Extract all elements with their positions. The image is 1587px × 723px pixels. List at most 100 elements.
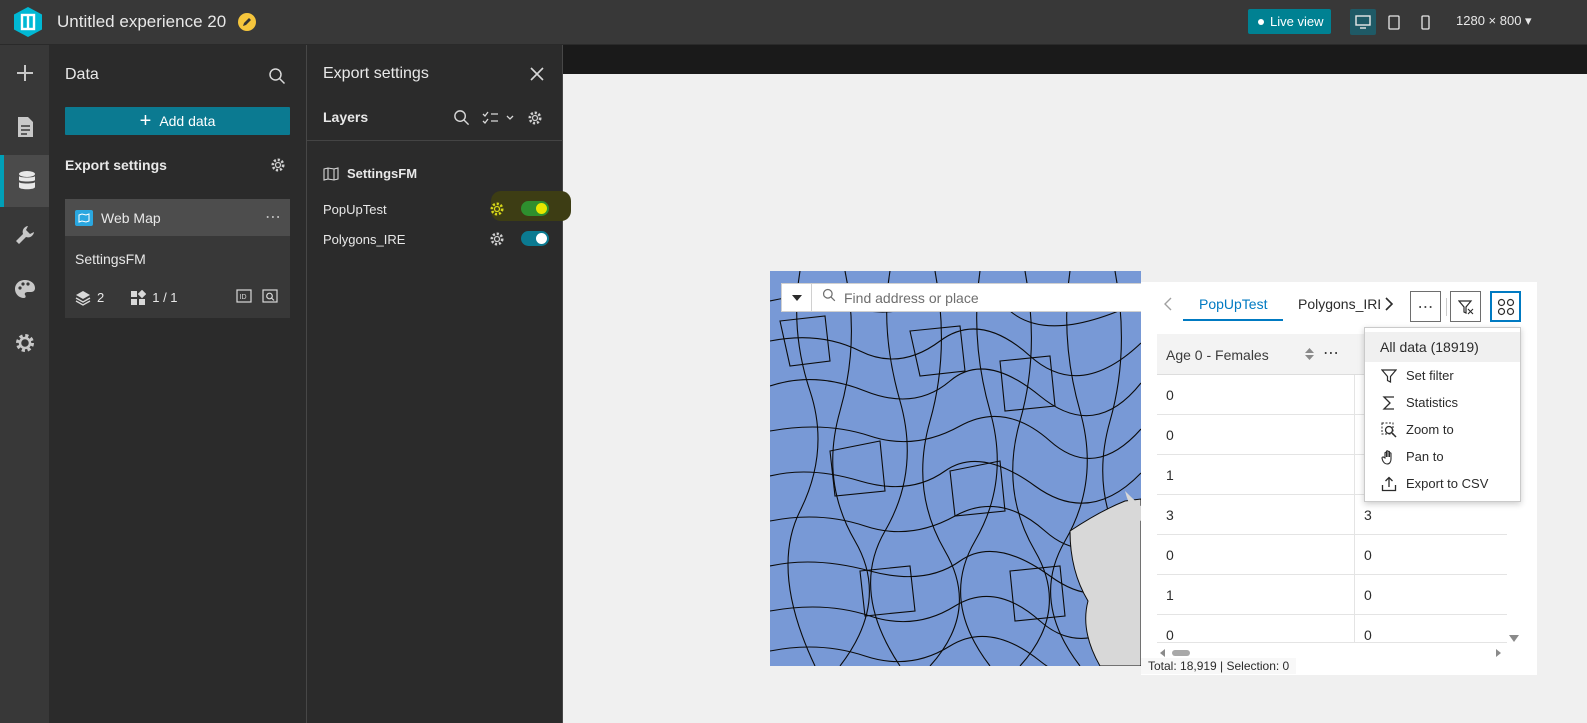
- layer-toggle[interactable]: [521, 201, 549, 216]
- table-cell: 0: [1166, 387, 1174, 403]
- search-icon: [822, 288, 836, 307]
- layer-row-polygons[interactable]: Polygons_IRE: [323, 226, 563, 252]
- column-header[interactable]: Age 0 - Females: [1166, 347, 1269, 363]
- filter-button[interactable]: [1450, 291, 1481, 322]
- column-divider: [1354, 615, 1355, 642]
- layer-name: PopUpTest: [323, 201, 387, 217]
- web-map-row[interactable]: Web Map ⋯: [65, 199, 290, 236]
- app-title[interactable]: Untitled experience 20: [57, 12, 226, 32]
- column-divider: [1354, 495, 1355, 534]
- id-badge-icon[interactable]: ID: [235, 289, 252, 306]
- filter-icon: [1381, 368, 1397, 383]
- web-map-icon: [75, 209, 93, 226]
- scroll-down-icon[interactable]: [1509, 630, 1519, 648]
- layer-row-popuptest[interactable]: PopUpTest: [323, 191, 571, 222]
- show-selection-button[interactable]: [1490, 291, 1521, 322]
- caret-down-icon: ▾: [1521, 13, 1532, 28]
- map-search[interactable]: Find address or place: [781, 283, 1145, 312]
- menu-label: Set filter: [1406, 368, 1454, 383]
- map-widget[interactable]: [770, 271, 1141, 666]
- table-cell: 0: [1166, 427, 1174, 443]
- search-input[interactable]: Find address or place: [844, 290, 979, 306]
- table-cell: 1: [1166, 587, 1174, 603]
- map-name: SettingsFM: [347, 166, 418, 181]
- data-source-card[interactable]: Web Map ⋯ SettingsFM 2 1 / 1 ID: [65, 199, 290, 318]
- export-settings-title: Export settings: [323, 65, 429, 82]
- menu-label: Zoom to: [1406, 422, 1454, 437]
- layer-search-icon[interactable]: [453, 109, 470, 131]
- views-icon: [131, 289, 147, 305]
- filter-icon: [1457, 299, 1473, 314]
- table-cell: 0: [1166, 627, 1174, 643]
- chevron-right-icon[interactable]: [1384, 297, 1394, 316]
- more-options-button[interactable]: ⋯: [1410, 291, 1441, 322]
- close-icon[interactable]: [529, 66, 545, 87]
- column-options-icon[interactable]: ⋯: [1323, 343, 1339, 363]
- settings-gear-icon[interactable]: [0, 317, 49, 369]
- layer-count: 2: [97, 290, 105, 305]
- data-icon[interactable]: [0, 155, 49, 207]
- tab-polygons-ire[interactable]: Polygons_IRE: [1298, 296, 1380, 312]
- map-group-header: SettingsFM: [323, 166, 417, 181]
- layers-header: Layers: [307, 97, 563, 141]
- data-settings-gear-icon[interactable]: [270, 157, 286, 178]
- menu-item-all-data[interactable]: All data (18919): [1365, 332, 1520, 362]
- top-bar: Untitled experience 20 Live view 1280 × …: [0, 0, 1587, 45]
- menu-label: Statistics: [1406, 395, 1459, 410]
- horizontal-scrollbar[interactable]: [1160, 645, 1505, 657]
- data-panel-title: Data: [65, 66, 99, 83]
- desktop-view-button[interactable]: [1350, 9, 1376, 35]
- tab-popuptest[interactable]: PopUpTest: [1199, 296, 1267, 312]
- menu-item-export-csv[interactable]: Export to CSV: [1365, 470, 1520, 497]
- layers-settings-gear-icon[interactable]: [527, 110, 543, 131]
- page-icon[interactable]: [0, 101, 49, 153]
- table-footer: Total: 18,919 | Selection: 0: [1141, 658, 1297, 674]
- column-divider: [1354, 455, 1355, 494]
- select-list-icon[interactable]: [482, 110, 516, 131]
- menu-item-statistics[interactable]: Statistics: [1365, 389, 1520, 416]
- toggle-knob: [536, 233, 547, 244]
- layer-gear-icon[interactable]: [489, 201, 505, 220]
- export-icon: [1381, 476, 1397, 491]
- plus-icon: +: [139, 110, 152, 132]
- menu-item-set-filter[interactable]: Set filter: [1365, 362, 1520, 389]
- live-view-label: Live view: [1270, 14, 1324, 29]
- search-icon[interactable]: [268, 67, 286, 90]
- layers-icon: [75, 290, 91, 306]
- left-rail: [0, 45, 49, 723]
- active-tab-indicator: [1183, 319, 1283, 321]
- add-data-button[interactable]: + Add data: [65, 107, 290, 135]
- view-details-icon[interactable]: [261, 289, 278, 306]
- tablet-view-button[interactable]: [1381, 9, 1407, 35]
- table-row[interactable]: 00: [1157, 535, 1507, 575]
- menu-item-pan-to[interactable]: Pan to: [1365, 443, 1520, 470]
- table-row[interactable]: 10: [1157, 575, 1507, 615]
- grid-select-icon: [1497, 298, 1514, 315]
- map-polygons: [770, 271, 1141, 666]
- chevron-left-icon[interactable]: [1163, 297, 1173, 316]
- more-options-icon: ⋯: [1417, 298, 1434, 316]
- live-view-button[interactable]: Live view: [1248, 9, 1331, 34]
- data-source-name: SettingsFM: [75, 251, 146, 267]
- insert-icon[interactable]: [0, 47, 49, 99]
- theme-palette-icon[interactable]: [0, 263, 49, 315]
- column-divider: [1354, 535, 1355, 574]
- phone-view-button[interactable]: [1412, 9, 1438, 35]
- layer-gear-icon[interactable]: [489, 231, 505, 250]
- add-data-label: Add data: [159, 113, 216, 129]
- screen-size-dropdown[interactable]: 1280 × 800 ▾: [1456, 13, 1532, 29]
- more-options-icon[interactable]: ⋯: [265, 207, 282, 227]
- layer-toggle[interactable]: [521, 231, 549, 246]
- sigma-icon: [1382, 395, 1394, 410]
- export-settings-panel: Export settings Layers SettingsFM PopUpT…: [307, 45, 571, 723]
- sort-icon[interactable]: [1305, 347, 1314, 363]
- table-cell: 3: [1364, 507, 1372, 523]
- table-cell: 3: [1166, 507, 1174, 523]
- widget-tools-icon[interactable]: [0, 209, 49, 261]
- search-source-dropdown[interactable]: [782, 284, 812, 311]
- table-row[interactable]: 00: [1157, 615, 1507, 643]
- table-cell: 1: [1166, 467, 1174, 483]
- menu-item-zoom-to[interactable]: Zoom to: [1365, 416, 1520, 443]
- card-stats: 2 1 / 1 ID: [75, 289, 278, 306]
- edit-title-icon[interactable]: [238, 13, 256, 31]
